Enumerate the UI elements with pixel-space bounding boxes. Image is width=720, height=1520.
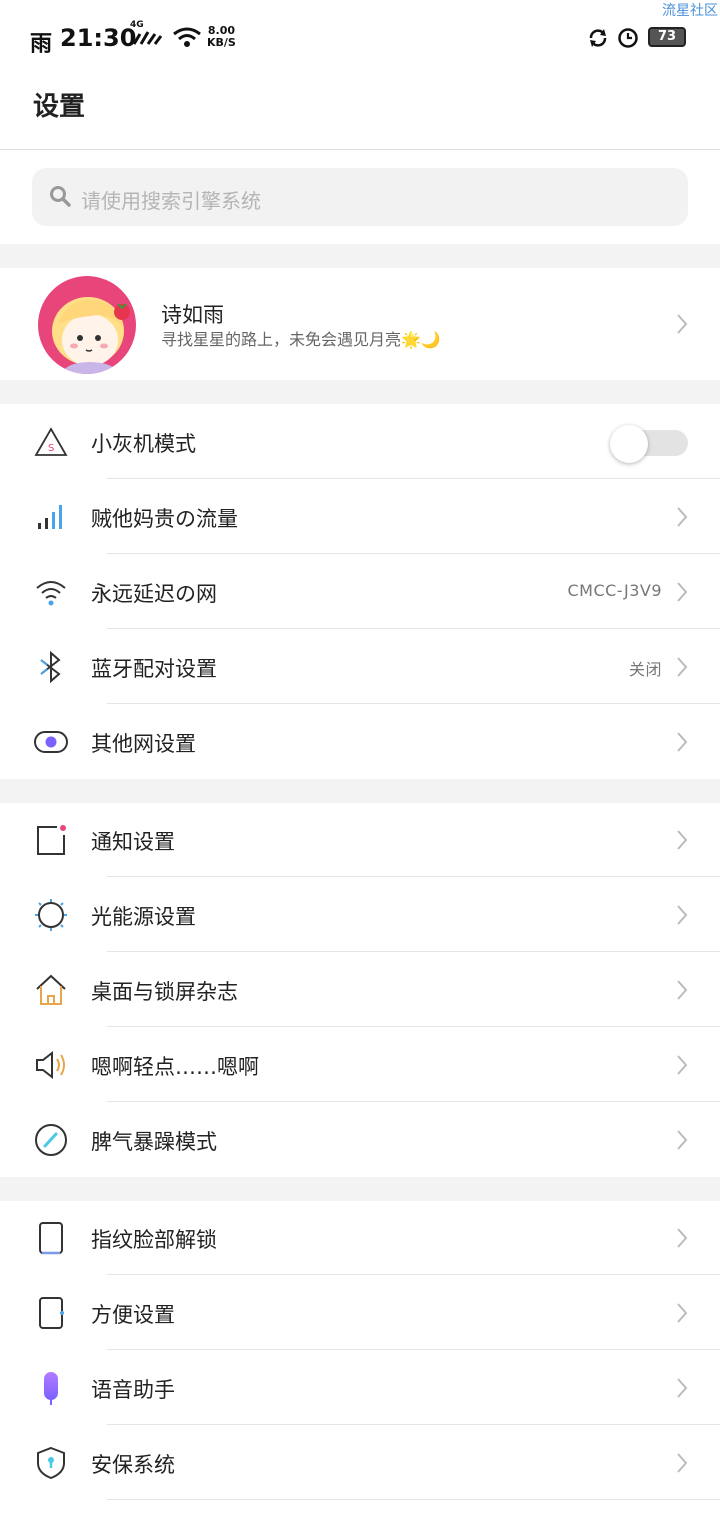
alarm-icon <box>618 28 638 48</box>
profile-signature: 寻找星星的路上，未免会遇见月亮🌟🌙 <box>161 330 441 349</box>
microphone-icon <box>44 1372 58 1405</box>
bluetooth-icon <box>40 650 61 684</box>
setting-label: 贼他妈贵の流量 <box>91 507 238 531</box>
section-gap <box>0 244 720 268</box>
setting-wifi[interactable]: 永远延迟の网 CMCC-J3V9 <box>0 554 720 629</box>
chevron-right-icon <box>677 657 688 677</box>
header-divider <box>0 149 720 150</box>
avatar[interactable] <box>38 276 136 374</box>
setting-label: 语音助手 <box>91 1378 175 1402</box>
profile-card[interactable]: 诗如雨 寻找星星的路上，未免会遇见月亮🌟🌙 <box>0 268 720 380</box>
chevron-right-icon <box>677 732 688 752</box>
setting-convenience[interactable]: 方便设置 <box>0 1275 720 1350</box>
setting-label: 永远延迟の网 <box>91 582 217 606</box>
section-gap <box>0 380 720 404</box>
setting-label: 蓝牙配对设置 <box>91 657 217 681</box>
chevron-right-icon <box>677 1303 688 1323</box>
setting-label: 通知设置 <box>91 830 175 854</box>
shield-icon <box>37 1446 65 1480</box>
other-network-icon <box>34 731 68 753</box>
clock-time: 21:30 <box>60 24 137 52</box>
avatar-illustration <box>52 297 130 374</box>
mobile-data-icon <box>38 505 62 529</box>
sound-icon <box>36 1050 65 1080</box>
home-icon <box>36 974 66 1005</box>
chevron-right-icon <box>677 582 688 602</box>
bluetooth-status: 关闭 <box>628 660 662 679</box>
setting-motion-mode[interactable]: 脾气暴躁模式 <box>0 1102 720 1177</box>
chevron-right-icon <box>677 507 688 527</box>
brightness-icon <box>35 899 67 931</box>
chevron-right-icon <box>677 1378 688 1398</box>
chevron-right-icon <box>677 1130 688 1150</box>
setting-label: 安保系统 <box>91 1453 175 1477</box>
setting-label: 方便设置 <box>91 1303 175 1327</box>
setting-desktop-lockscreen[interactable]: 桌面与锁屏杂志 <box>0 952 720 1027</box>
setting-label: 小灰机模式 <box>91 432 196 456</box>
setting-fingerprint-face[interactable]: 指纹脸部解锁 <box>0 1200 720 1275</box>
setting-voice-assistant[interactable]: 语音助手 <box>0 1350 720 1425</box>
wifi-icon <box>36 581 66 606</box>
notification-icon <box>37 825 66 855</box>
setting-mobile-data[interactable]: 贼他妈贵の流量 <box>0 479 720 554</box>
chevron-right-icon <box>677 314 688 334</box>
svg-text:S: S <box>48 443 54 454</box>
setting-airplane-mode[interactable]: S 小灰机模式 <box>0 404 720 479</box>
section-gap <box>0 1177 720 1201</box>
chevron-right-icon <box>677 1055 688 1075</box>
status-bar: 雨 21:30 4G 8.00 KB/S 73 <box>0 18 720 58</box>
setting-label: 其他网设置 <box>91 732 196 756</box>
search-placeholder: 请使用搜索引擎系统 <box>81 189 261 213</box>
network-speed: 8.00 KB/S <box>207 24 236 49</box>
airplane-mode-icon: S <box>34 427 68 456</box>
battery-indicator: 73 <box>648 27 686 47</box>
chevron-right-icon <box>677 1453 688 1473</box>
setting-other-network[interactable]: 其他网设置 <box>0 704 720 779</box>
section-gap <box>0 779 720 803</box>
search-bar[interactable]: 请使用搜索引擎系统 <box>32 168 688 226</box>
chevron-right-icon <box>677 980 688 1000</box>
profile-name: 诗如雨 <box>161 303 224 327</box>
setting-sound[interactable]: 嗯啊轻点……嗯啊 <box>0 1027 720 1102</box>
weather-text: 雨 <box>30 32 53 57</box>
sync-icon <box>589 29 607 47</box>
wifi-ssid: CMCC-J3V9 <box>567 581 662 600</box>
setting-bluetooth[interactable]: 蓝牙配对设置 关闭 <box>0 629 720 704</box>
search-icon <box>50 186 71 207</box>
convenience-icon <box>39 1297 64 1329</box>
setting-label: 桌面与锁屏杂志 <box>91 980 238 1004</box>
chevron-right-icon <box>677 905 688 925</box>
setting-brightness[interactable]: 光能源设置 <box>0 877 720 952</box>
setting-notifications[interactable]: 通知设置 <box>0 802 720 877</box>
chevron-right-icon <box>677 1228 688 1248</box>
page-title: 设置 <box>33 92 86 122</box>
setting-label: 光能源设置 <box>91 905 196 929</box>
chevron-right-icon <box>677 830 688 850</box>
cellular-signal-icon <box>132 31 163 45</box>
watermark: 流星社区 <box>662 3 718 19</box>
fingerprint-face-icon <box>39 1222 63 1255</box>
wifi-status-icon <box>173 27 201 47</box>
motion-mode-icon <box>35 1124 67 1156</box>
setting-label: 脾气暴躁模式 <box>91 1130 217 1154</box>
setting-label: 嗯啊轻点……嗯啊 <box>91 1055 259 1079</box>
setting-label: 指纹脸部解锁 <box>91 1228 217 1252</box>
setting-security[interactable]: 安保系统 <box>0 1425 720 1500</box>
airplane-mode-toggle[interactable] <box>610 425 688 463</box>
